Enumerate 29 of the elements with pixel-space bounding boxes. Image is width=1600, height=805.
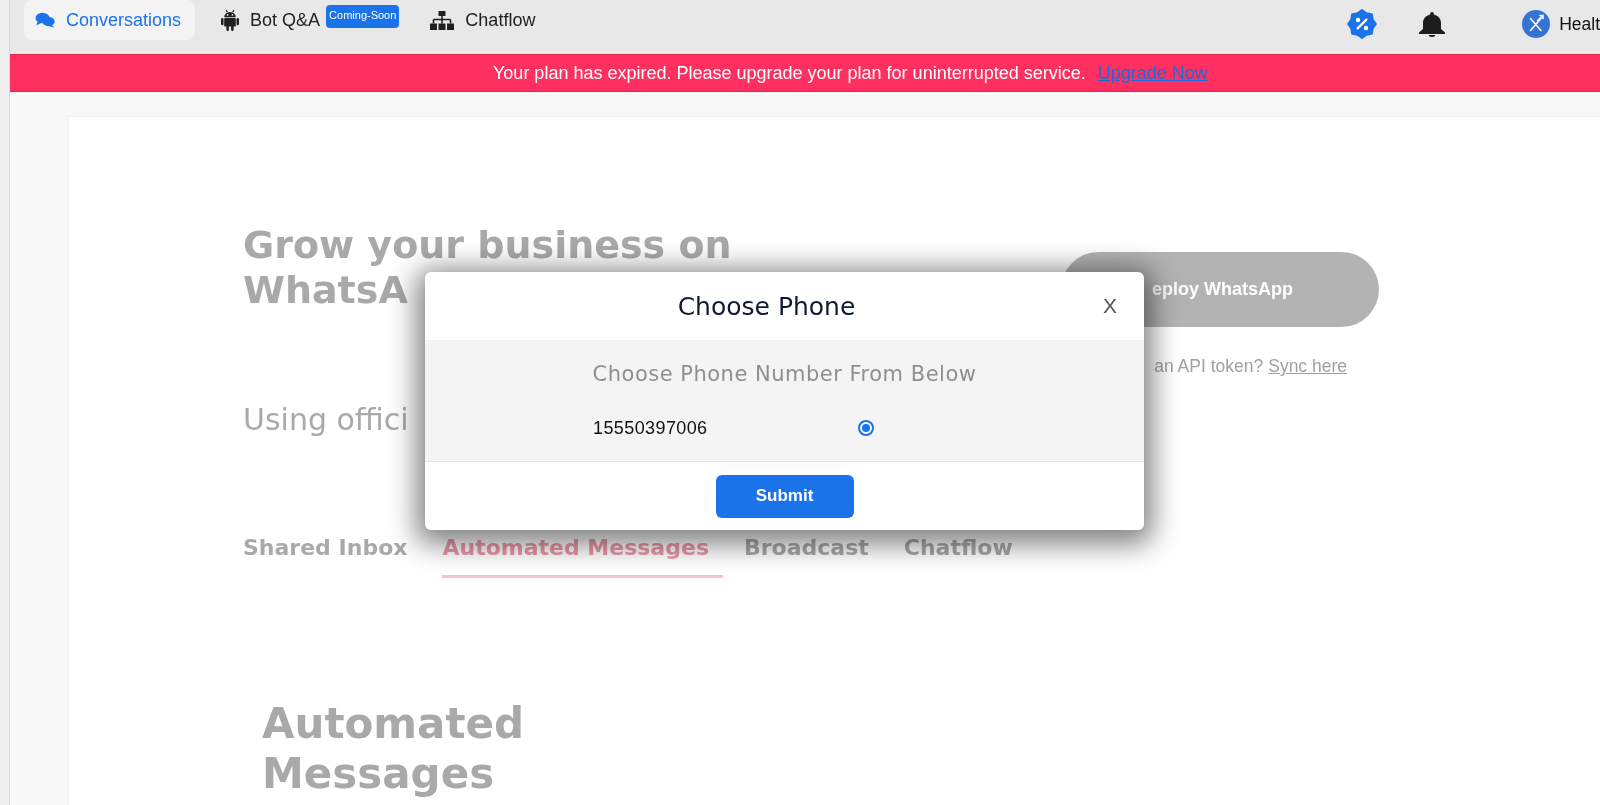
- submit-button[interactable]: Submit: [715, 474, 854, 518]
- robot-icon: [221, 9, 240, 31]
- user-name: Healt: [1559, 13, 1600, 35]
- chat-bubbles-icon: [35, 12, 55, 28]
- hierarchy-icon: [430, 10, 455, 30]
- hero-heading: Grow your business on: [243, 223, 732, 268]
- nav-tab[interactable]: Chatflow: [419, 0, 550, 40]
- hero-heading: WhatsA: [243, 268, 408, 313]
- nav-tab[interactable]: Bot Q&A: [210, 0, 327, 40]
- phone-number: 15550397006: [593, 417, 708, 438]
- hero-subtitle: Using offici: [243, 402, 409, 438]
- section-heading: Automated Messages: [262, 699, 525, 799]
- sync-link[interactable]: Sync here: [1268, 355, 1347, 377]
- discount-badge-icon[interactable]: [1347, 9, 1378, 39]
- feature-tab[interactable]: Broadcast: [744, 535, 883, 578]
- dialog-prompt: Choose Phone Number From Below: [591, 361, 978, 387]
- feature-tab[interactable]: Automated Messages: [442, 535, 723, 578]
- sync-prompt: an API token?: [1154, 355, 1264, 377]
- nav-tab[interactable]: Conversations: [24, 0, 196, 40]
- upgrade-link[interactable]: Upgrade Now: [1097, 62, 1208, 84]
- bell-icon[interactable]: [1419, 11, 1446, 37]
- banner-message: Your plan has expired. Please upgrade your plan for uninterrupted service.: [493, 62, 1086, 84]
- coming-soon-badge: Coming-Soon: [326, 5, 400, 28]
- feature-tab[interactable]: Shared Inbox: [243, 535, 422, 578]
- close-button[interactable]: X: [1092, 288, 1128, 324]
- dialog-title: Choose Phone: [676, 291, 857, 321]
- avatar-icon[interactable]: [1522, 10, 1551, 38]
- feature-tab[interactable]: Chatflow: [903, 535, 1027, 578]
- radio-button[interactable]: [858, 420, 874, 436]
